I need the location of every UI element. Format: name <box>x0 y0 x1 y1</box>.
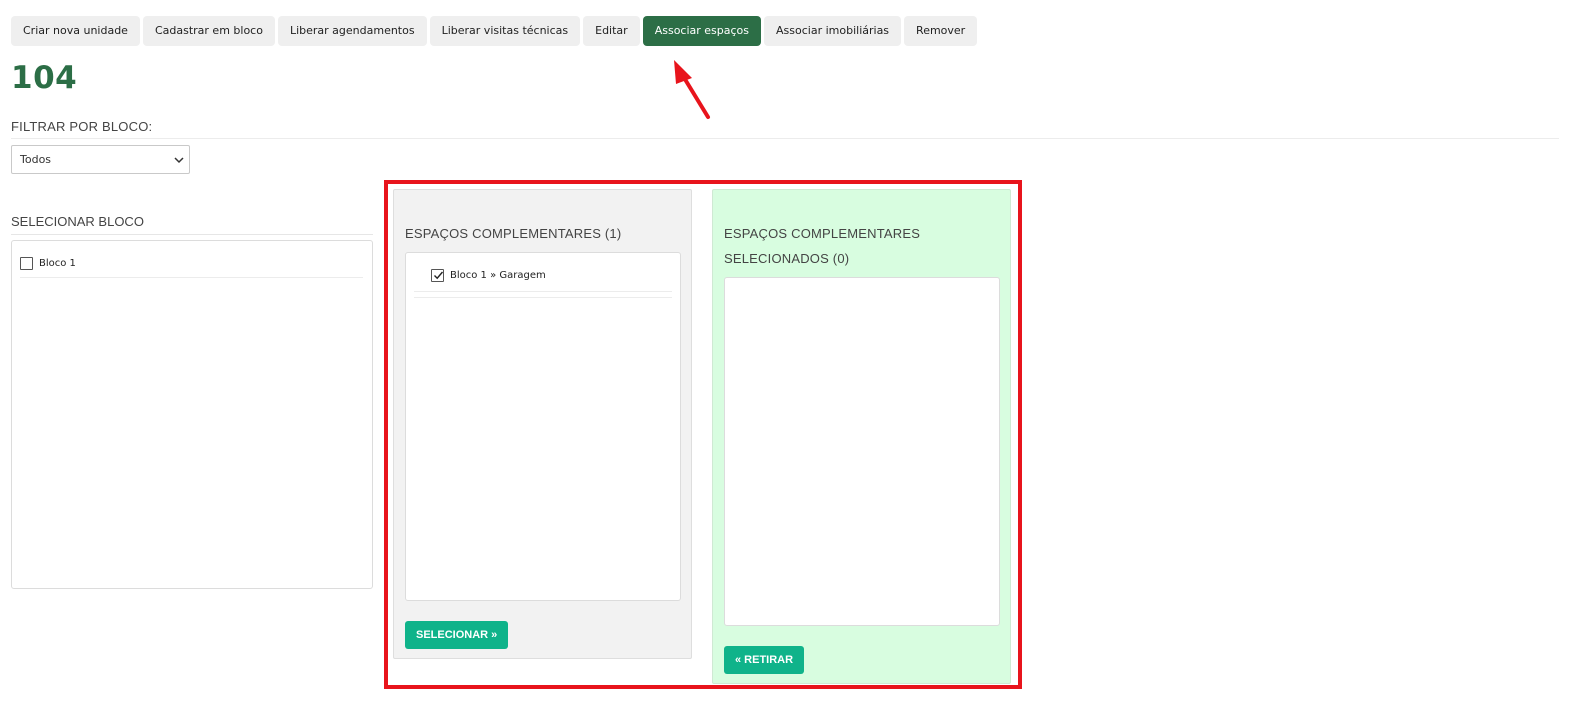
block-filter-value: Todos <box>20 153 52 166</box>
available-spaces-list: Bloco 1 » Garagem <box>405 252 681 601</box>
associate-real-estate-button[interactable]: Associar imobiliárias <box>764 16 902 46</box>
remove-button[interactable]: Remover <box>904 16 978 46</box>
filter-label: FILTRAR POR BLOCO: <box>11 119 153 134</box>
select-button[interactable]: SELECIONAR » <box>405 621 509 649</box>
checkmark-icon <box>434 271 444 280</box>
create-unit-button[interactable]: Criar nova unidade <box>11 16 140 46</box>
page-title: 104 <box>11 60 78 96</box>
block-item-label: Bloco 1 <box>39 258 76 269</box>
selected-spaces-panel: ESPAÇOS COMPLEMENTARES SELECIONADOS (0) … <box>712 189 1011 684</box>
space-list-item[interactable]: Bloco 1 » Garagem <box>414 269 672 292</box>
space-item-label: Bloco 1 » Garagem <box>450 270 546 281</box>
divider <box>11 234 373 235</box>
chevron-down-icon <box>174 157 184 164</box>
selected-spaces-heading: ESPAÇOS COMPLEMENTARES SELECIONADOS (0) <box>724 226 921 266</box>
block-list-item[interactable]: Bloco 1 <box>20 257 363 278</box>
block-filter-select[interactable]: Todos <box>11 145 190 174</box>
toolbar: Criar nova unidade Cadastrar em bloco Li… <box>11 16 978 46</box>
divider <box>11 138 1559 139</box>
available-spaces-heading: ESPAÇOS COMPLEMENTARES (1) <box>405 226 622 241</box>
space-checkbox[interactable] <box>431 269 444 282</box>
annotation-arrow <box>674 60 710 119</box>
release-tech-visits-button[interactable]: Liberar visitas técnicas <box>429 16 581 46</box>
associate-spaces-button[interactable]: Associar espaços <box>642 16 762 46</box>
divider <box>414 297 672 298</box>
edit-button[interactable]: Editar <box>583 16 640 46</box>
select-block-label: SELECIONAR BLOCO <box>11 214 144 229</box>
block-checkbox[interactable] <box>20 257 33 270</box>
release-schedules-button[interactable]: Liberar agendamentos <box>277 16 427 46</box>
block-list: Bloco 1 <box>11 240 373 589</box>
selected-spaces-list <box>724 277 1000 626</box>
available-spaces-panel: ESPAÇOS COMPLEMENTARES (1) Bloco 1 » Gar… <box>393 189 692 659</box>
register-block-button[interactable]: Cadastrar em bloco <box>142 16 275 46</box>
remove-selected-button[interactable]: « RETIRAR <box>724 646 805 674</box>
